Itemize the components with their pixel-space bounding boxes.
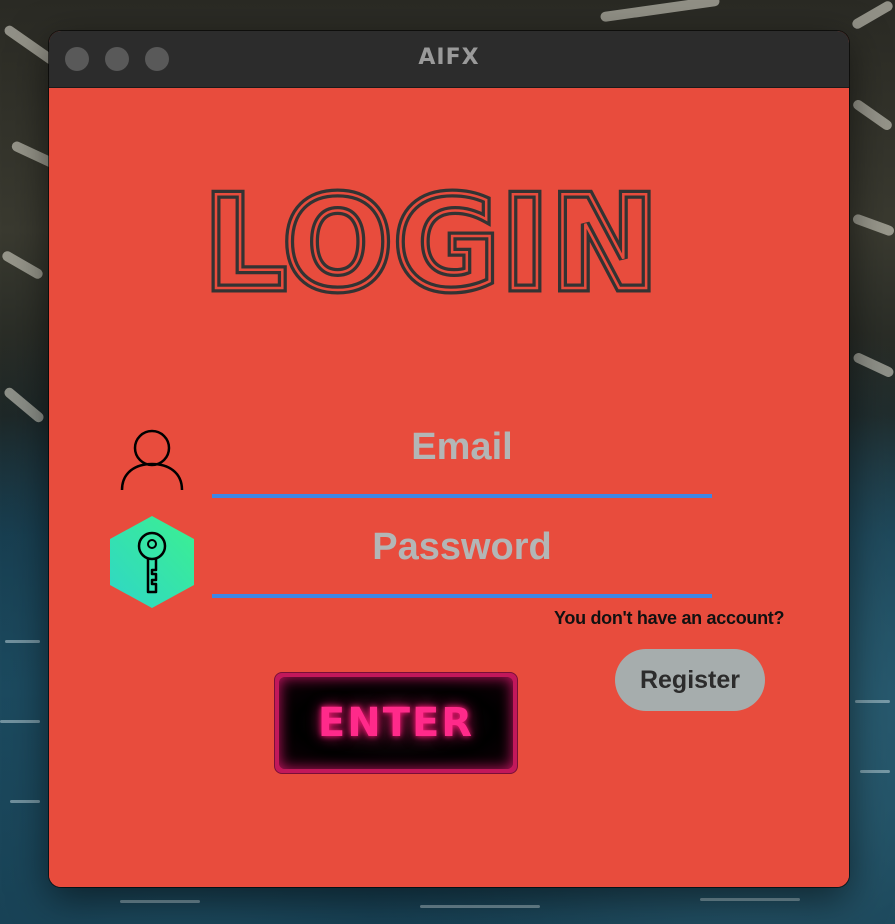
password-field[interactable] xyxy=(212,506,712,588)
no-account-prompt: You don't have an account? xyxy=(554,608,785,628)
login-heading-inline: LOGIN xyxy=(207,170,657,300)
email-field[interactable] xyxy=(212,406,712,488)
enter-button-label: ENTER xyxy=(317,700,475,746)
window-title: AIFX xyxy=(418,45,480,70)
login-heading: LOGIN LOGIN xyxy=(207,170,657,300)
user-outline-icon xyxy=(120,428,184,492)
email-field-group xyxy=(212,406,712,502)
login-panel: LOGIN LOGIN Email You don't have an acco… xyxy=(49,88,849,887)
enter-button[interactable]: ENTER xyxy=(274,672,518,774)
app-window: AIFX LOGIN LOGIN Email You don't have an… xyxy=(49,31,849,887)
password-underline xyxy=(212,594,712,598)
title-bar: AIFX xyxy=(49,31,849,88)
enter-button-face: ENTER xyxy=(279,677,513,769)
password-field-group xyxy=(212,506,712,602)
email-underline xyxy=(212,494,712,498)
key-icon xyxy=(108,514,196,610)
register-button[interactable]: Register xyxy=(615,649,765,711)
